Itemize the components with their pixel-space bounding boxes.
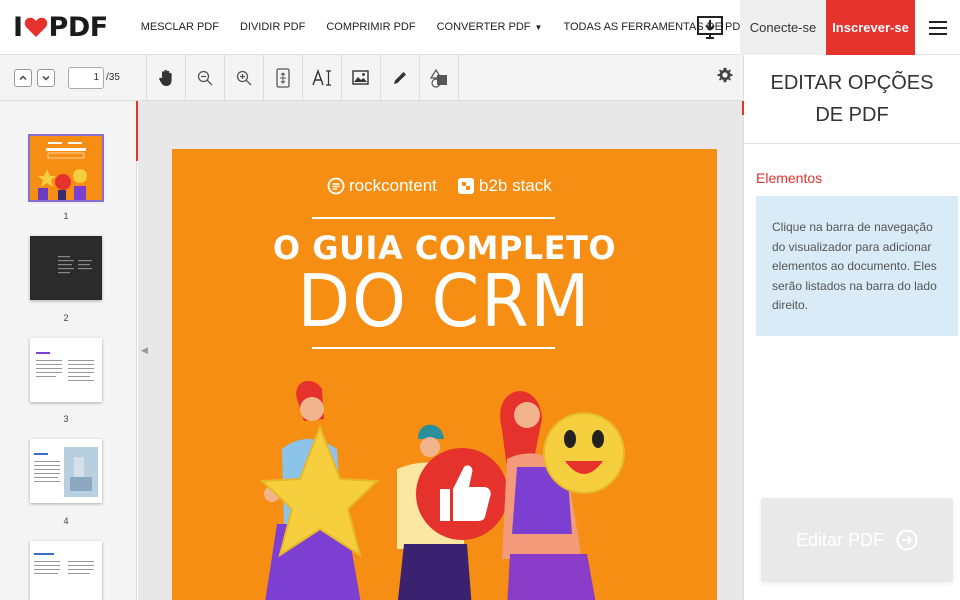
title-divider (312, 347, 555, 349)
shapes-icon (429, 68, 447, 88)
desktop-app-button[interactable] (690, 0, 730, 55)
thumbnail-preview (58, 256, 92, 274)
edit-options-panel: EDITAR OPÇÕES DE PDF Elementos Clique na… (742, 55, 960, 600)
elements-info-box: Clique na barra de navegação do visualiz… (756, 196, 958, 336)
nav-link-label: MESCLAR PDF (140, 21, 219, 33)
prev-page-button[interactable] (14, 68, 32, 87)
logo-letter: I (13, 11, 23, 43)
top-navbar: I PDF MESCLAR PDF DIVIDIR PDF COMPRIMIR … (0, 0, 960, 55)
logo[interactable]: I PDF (13, 12, 108, 43)
page-total: /35 (106, 72, 120, 83)
brand-logo-b2bstack: b2b stack (457, 176, 552, 196)
image-icon (352, 70, 370, 85)
edit-pdf-button[interactable]: Editar PDF (761, 498, 953, 582)
nav-links: MESCLAR PDF DIVIDIR PDF COMPRIMIR PDF CO… (141, 21, 780, 33)
nav-compress-pdf[interactable]: COMPRIMIR PDF (326, 21, 415, 33)
nav-right: Conecte-se Inscrever-se (690, 0, 960, 55)
nav-link-label: CONVERTER PDF (436, 21, 531, 33)
thumbnail-number: 2 (63, 313, 69, 323)
pdf-page[interactable]: rockcontent b2b stack O GUIA COMPLETO DO… (172, 149, 717, 600)
thumbnail-preview (36, 352, 94, 381)
rockcontent-logo-icon (327, 177, 345, 195)
zoom-in-button[interactable] (225, 55, 263, 101)
thumbnail-number: 4 (63, 516, 69, 526)
page-thumbnail-4[interactable] (30, 439, 102, 503)
caret-down-icon: ▼ (534, 22, 543, 32)
pencil-icon (393, 71, 406, 84)
thumbnail-number: 1 (63, 211, 69, 221)
next-page-button[interactable] (37, 68, 55, 87)
desktop-download-icon (697, 15, 723, 39)
image-tool-button[interactable] (342, 55, 380, 101)
panel-title: EDITAR OPÇÕES DE PDF (744, 55, 960, 144)
thumbnail-number: 3 (63, 414, 69, 424)
page-thumbnail-1[interactable] (28, 134, 104, 202)
shape-tool-button[interactable] (420, 55, 458, 101)
brand-text: b2b stack (479, 176, 552, 195)
b2bstack-logo-icon (458, 178, 474, 194)
viewer-toolbar: 1 /35 (0, 54, 743, 101)
page-thumbnail-5[interactable] (30, 541, 102, 600)
nav-split-pdf[interactable]: DIVIDIR PDF (240, 21, 305, 33)
app-root: I PDF MESCLAR PDF DIVIDIR PDF COMPRIMIR … (0, 0, 960, 600)
elements-section-title: Elementos (756, 170, 823, 186)
panel-scroll-indicator (742, 101, 744, 115)
page-number-input[interactable]: 1 (68, 66, 104, 89)
nav-link-label: COMPRIMIR PDF (326, 21, 416, 33)
zoom-out-button[interactable] (186, 55, 224, 101)
nav-link-label: DIVIDIR PDF (239, 21, 306, 33)
hand-icon (159, 69, 172, 86)
thumbnail-preview (34, 447, 98, 497)
menu-icon[interactable] (915, 0, 960, 55)
login-button[interactable]: Conecte-se (740, 0, 826, 55)
chevron-up-icon (19, 74, 27, 80)
zoom-in-icon (236, 70, 252, 85)
thumbnail-sidebar: 1 2 3 4 (0, 101, 137, 600)
doc-title-line2: DO CRM (297, 259, 592, 343)
nav-merge-pdf[interactable]: MESCLAR PDF (141, 21, 219, 33)
settings-button[interactable] (717, 67, 733, 88)
text-icon (312, 68, 331, 86)
chevron-down-icon (42, 75, 50, 81)
edit-pdf-label: Editar PDF (795, 529, 885, 550)
nav-convert-pdf[interactable]: CONVERTER PDF ▼ (437, 21, 543, 33)
gear-icon (717, 67, 733, 83)
fit-page-button[interactable] (264, 55, 302, 101)
collapse-sidebar-icon[interactable]: ◀ (141, 345, 148, 356)
text-tool-button[interactable] (303, 55, 341, 101)
hand-tool-button[interactable] (147, 55, 185, 101)
title-divider (312, 217, 555, 219)
cover-illustration (259, 380, 625, 600)
brand-logo-rockcontent: rockcontent (327, 176, 437, 196)
thumbnail-preview (38, 142, 87, 200)
zoom-out-icon (197, 70, 213, 85)
fit-page-icon (276, 67, 290, 88)
heart-icon (24, 17, 47, 37)
draw-tool-button[interactable] (381, 55, 419, 101)
page-thumbnail-3[interactable] (30, 338, 102, 402)
pdf-viewer[interactable]: rockcontent b2b stack O GUIA COMPLETO DO… (138, 101, 743, 600)
signup-button[interactable]: Inscrever-se (826, 0, 915, 55)
logo-text: PDF (48, 11, 109, 43)
thumbnail-preview (34, 553, 94, 574)
toolbar-divider (457, 54, 459, 101)
page-thumbnail-2[interactable] (30, 236, 102, 300)
brand-text: rockcontent (349, 176, 437, 195)
arrow-right-circle-icon (896, 529, 918, 551)
